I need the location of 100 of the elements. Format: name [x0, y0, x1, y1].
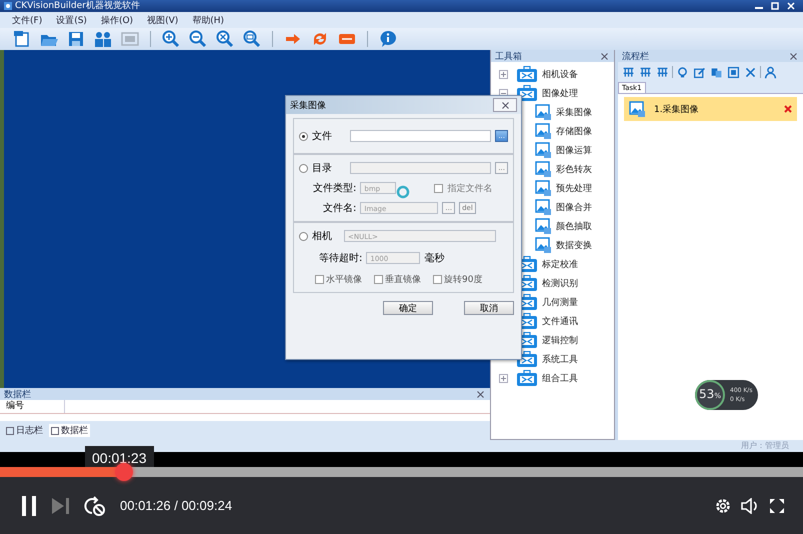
cpu-percent: 53 [699, 387, 714, 401]
loop-off-icon[interactable] [84, 496, 106, 516]
dialog-title: 采集图像 [290, 100, 326, 112]
close-icon[interactable] [502, 102, 508, 108]
next-icon[interactable] [52, 498, 70, 514]
image-tool-icon [535, 199, 552, 216]
radio-label: 目录 [312, 162, 332, 175]
field-label: 文件类型: [313, 182, 356, 195]
volume-icon[interactable] [741, 498, 759, 514]
tree-item[interactable]: 逻辑控制 [542, 334, 578, 347]
tree-item[interactable]: 相机设备 [542, 68, 578, 81]
users-icon[interactable] [93, 29, 113, 49]
maximize-icon[interactable] [771, 2, 779, 10]
image-tool-icon [535, 218, 552, 235]
image-tool-icon [535, 161, 552, 178]
image-tool-icon [535, 142, 552, 159]
window-title: CKVisionBuilder机器视觉软件 [15, 0, 140, 12]
menu-item[interactable]: 设置(S) [56, 14, 87, 26]
radio-button[interactable] [299, 232, 308, 240]
close-icon[interactable] [601, 52, 608, 60]
radio-label: 相机 [312, 230, 332, 243]
edit-icon[interactable] [693, 66, 706, 78]
tree-item[interactable]: 数据变换 [556, 239, 592, 252]
save-icon[interactable] [66, 29, 86, 49]
toolbox-icon [516, 370, 538, 387]
tree-item[interactable]: 预先处理 [556, 182, 592, 195]
checkbox-label: 旋转90度 [444, 274, 482, 286]
checkbox[interactable] [433, 275, 442, 284]
dialog-button[interactable]: 取消 [464, 301, 514, 315]
tree-item[interactable]: 标定校准 [542, 258, 578, 271]
tree-item[interactable]: 存储图像 [556, 125, 592, 138]
status-text: 用户：管理员 [741, 440, 789, 452]
field-label: 文件名: [323, 202, 356, 215]
flow-step[interactable]: 1.采集图像 [624, 97, 797, 121]
image-tool-icon [535, 123, 552, 140]
settings-icon[interactable] [715, 498, 731, 514]
info-icon[interactable] [378, 29, 398, 49]
tree-item[interactable]: 图像合并 [556, 201, 592, 214]
close-icon[interactable] [477, 390, 484, 398]
panel-tab[interactable]: 数据栏 [49, 424, 90, 437]
menu-item[interactable]: 帮助(H) [192, 14, 224, 26]
checkbox-label: 指定文件名 [447, 182, 492, 194]
checkbox-label: 水平镜像 [326, 274, 362, 286]
tree-item[interactable]: 彩色转灰 [556, 163, 592, 176]
bulb-icon[interactable] [676, 66, 689, 78]
tree-item[interactable]: 系统工具 [542, 353, 578, 366]
close-icon[interactable] [790, 52, 797, 60]
file-path-field[interactable] [350, 130, 492, 142]
user-icon[interactable] [764, 66, 777, 78]
panel-title: 流程栏 [622, 50, 649, 62]
tree-item[interactable]: 颜色抽取 [556, 220, 592, 233]
menu-item[interactable]: 视图(V) [147, 14, 178, 26]
image-tool-icon [629, 100, 646, 118]
grid-icon[interactable] [639, 66, 652, 78]
radio-label: 文件 [312, 130, 332, 143]
copy-icon[interactable] [710, 66, 723, 78]
playback-time: 00:01:26 / 00:09:24 [120, 498, 232, 513]
tree-item[interactable]: 采集图像 [556, 106, 592, 119]
zoom-actual-icon[interactable] [242, 29, 262, 49]
image-tool-icon [535, 180, 552, 197]
toolbox-icon [516, 66, 538, 83]
unit-label: 毫秒 [424, 252, 444, 265]
close-button[interactable] [493, 98, 517, 112]
pause-icon[interactable] [20, 496, 38, 516]
image-tool-icon [535, 237, 552, 254]
panel-title: 数据栏 [4, 388, 31, 400]
zoom-out-icon[interactable] [188, 29, 208, 49]
expander-icon[interactable] [499, 374, 508, 383]
tree-item[interactable]: 图像处理 [542, 87, 578, 100]
zoom-fit-icon[interactable] [215, 29, 235, 49]
field-label: 等待超时: [319, 252, 362, 265]
panel-title: 工具箱 [495, 50, 522, 62]
radio-button[interactable] [299, 164, 308, 172]
zoom-in-icon[interactable] [161, 29, 181, 49]
new-icon[interactable] [12, 29, 32, 49]
panel-tab[interactable]: 日志栏 [4, 424, 45, 437]
checkbox[interactable] [434, 184, 444, 192]
delete-icon[interactable] [784, 105, 792, 113]
checkbox[interactable] [315, 275, 324, 284]
delete-icon[interactable] [744, 66, 757, 78]
fullscreen-icon[interactable] [769, 498, 785, 514]
tree-item[interactable]: 文件通讯 [542, 315, 578, 328]
column-header: 编号 [0, 400, 65, 413]
tree-item[interactable]: 几何测量 [542, 296, 578, 309]
grid-icon[interactable] [622, 66, 635, 78]
grid-icon[interactable] [656, 66, 669, 78]
tree-item[interactable]: 图像运算 [556, 144, 592, 157]
checkbox-label: 垂直镜像 [385, 274, 421, 286]
menu-item[interactable]: 操作(O) [100, 14, 134, 26]
checkbox[interactable] [374, 275, 383, 284]
directory-field[interactable] [350, 162, 492, 174]
frame-icon[interactable] [727, 66, 740, 78]
busy-cursor-icon [396, 185, 410, 199]
expander-icon[interactable] [499, 70, 508, 79]
tree-item[interactable]: 检测识别 [542, 277, 578, 290]
app-icon [4, 2, 12, 10]
radio-button[interactable] [299, 132, 308, 140]
menu-item[interactable]: 文件(F) [12, 14, 42, 26]
tree-item[interactable]: 组合工具 [542, 372, 578, 385]
dialog-button[interactable]: 确定 [383, 301, 433, 315]
